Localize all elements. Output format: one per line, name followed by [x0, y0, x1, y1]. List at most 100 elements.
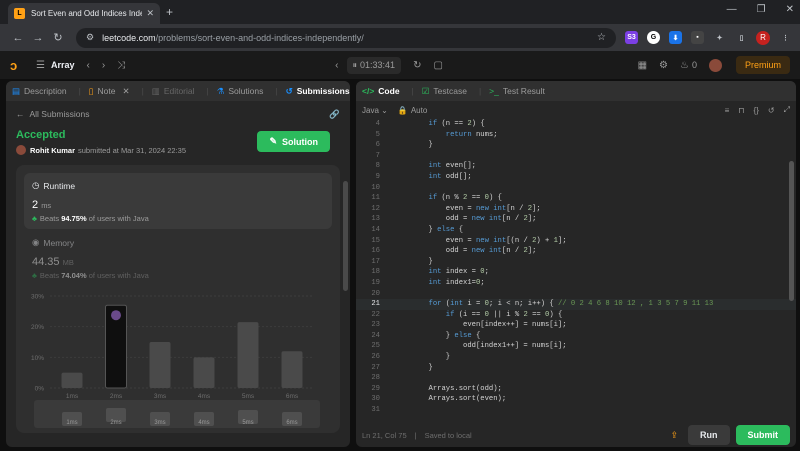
code-line[interactable]: 30 Arrays.sort(even); — [356, 394, 796, 405]
close-icon[interactable]: ✕ — [146, 8, 154, 19]
code-line[interactable]: 19 int index1= 0; — [356, 278, 796, 289]
format-icon[interactable]: ≡ — [725, 106, 730, 115]
all-submissions-link[interactable]: ← All Submissions 🔗 — [16, 107, 340, 121]
code-line[interactable]: 12 even = new int [n / 2]; — [356, 204, 796, 215]
url-bar[interactable]: ⚙ leetcode.com /problems/sort-even-and-o… — [76, 27, 616, 48]
code-line[interactable]: 11 if (n % 2 == 0) { — [356, 193, 796, 204]
code-line[interactable]: 14 } else { — [356, 225, 796, 236]
notes-icon[interactable]: ▢ — [433, 60, 442, 71]
prev-problem-icon[interactable]: ‹ — [86, 60, 89, 71]
code-line[interactable]: 23 even[index++] = nums[i]; — [356, 320, 796, 331]
timer[interactable]: ⏸ 01:33:41 — [346, 56, 402, 74]
language-select[interactable]: Java ⌄ — [362, 106, 388, 115]
runtime-box[interactable]: ◷ Runtime 2 ms ♣ Beats 94.75% of users wi… — [24, 173, 332, 229]
code-line[interactable]: 21 for (int i = 0; i < n; i++) { // 0 2 … — [356, 299, 796, 310]
code-token: } — [394, 363, 433, 372]
tab-label: Submissions — [296, 86, 350, 96]
braces-icon[interactable]: {} — [754, 106, 759, 115]
solution-button[interactable]: ✎ Solution — [257, 131, 330, 152]
reload-icon[interactable]: ↻ — [48, 31, 68, 44]
code-line[interactable]: 31 — [356, 405, 796, 416]
code-line[interactable]: 4 if (n == 2) { — [356, 119, 796, 130]
code-line[interactable]: 6 } — [356, 140, 796, 151]
upload-icon[interactable]: ⇪ — [670, 430, 678, 441]
code-editor[interactable]: 4 if (n == 2) {5 return nums; 6 } 7 8 int e… — [356, 119, 796, 423]
browser-tab[interactable]: L Sort Even and Odd Indices Inde ✕ — [8, 3, 160, 24]
menu-dots-icon[interactable]: ⋮ — [779, 31, 792, 44]
code-line[interactable]: 18 int index = 0; — [356, 267, 796, 278]
list-icon[interactable]: ☰ — [36, 60, 45, 71]
code-token: ) { — [549, 310, 563, 319]
tab-code[interactable]: </> Code — [362, 86, 400, 96]
submitter-name[interactable]: Rohit Kumar — [30, 146, 75, 155]
browser-tab-strip: L Sort Even and Odd Indices Inde ✕ + — ❐… — [0, 0, 800, 24]
code-line[interactable]: 22 if (i == 0 || i % 2 == 0) { — [356, 310, 796, 321]
next-problem-icon[interactable]: › — [102, 60, 105, 71]
settings-gear-icon[interactable]: ⚙ — [659, 60, 668, 71]
close-icon[interactable]: ✕ — [122, 86, 129, 97]
runtime-distribution-chart[interactable]: 30% 20% 10% 0% 1ms 2ms 3ms 4ms 5ms 6ms 1ms 2ms 3ms 4m… — [24, 288, 320, 430]
forward-icon[interactable]: → — [28, 32, 48, 44]
reset-timer-icon[interactable]: ↻ — [413, 60, 421, 71]
reset-code-icon[interactable]: ↺ — [768, 106, 775, 115]
code-token: int — [488, 247, 502, 256]
user-avatar[interactable] — [708, 58, 722, 72]
collapse-timer-icon[interactable]: ‹ — [335, 60, 338, 71]
extension-icon[interactable]: S3 — [625, 31, 638, 44]
tab-submissions[interactable]: ↺ Submissions — [286, 86, 350, 97]
new-tab-icon[interactable]: + — [166, 5, 173, 19]
code-line[interactable]: 29 Arrays.sort(odd); — [356, 384, 796, 395]
link-icon[interactable]: 🔗 — [329, 109, 340, 120]
fullscreen-icon[interactable]: ⤢ — [784, 105, 790, 115]
code-line[interactable]: 5 return nums; — [356, 130, 796, 141]
code-line[interactable]: 24 } else { — [356, 331, 796, 342]
code-line[interactable]: 10 — [356, 183, 796, 194]
run-button[interactable]: Run — [688, 425, 730, 445]
code-line[interactable]: 26 } — [356, 352, 796, 363]
extension-icon[interactable]: ⬇ — [669, 31, 682, 44]
tab-editorial[interactable]: ▥ Editorial — [152, 86, 195, 97]
code-line[interactable]: 8 int even[]; — [356, 161, 796, 172]
code-line[interactable]: 9 int odd[]; — [356, 172, 796, 183]
code-line[interactable]: 28 — [356, 373, 796, 384]
tab-description[interactable]: ▤ Description — [12, 86, 67, 97]
back-icon[interactable]: ← — [8, 32, 28, 44]
bookmark-star-icon[interactable]: ☆ — [597, 32, 606, 43]
shuffle-icon[interactable]: ⤨ — [117, 60, 125, 71]
tab-testcase[interactable]: ☑ Testcase — [422, 86, 467, 97]
pause-icon: ⏸ — [352, 59, 358, 70]
minimize-icon[interactable]: — — [727, 4, 737, 15]
tab-test-result[interactable]: >_ Test Result — [489, 86, 545, 96]
left-scrollbar[interactable] — [343, 181, 348, 291]
code-line[interactable]: 25 odd[index1++] = nums[i]; — [356, 341, 796, 352]
extension-icon[interactable]: ▪ — [691, 31, 704, 44]
streak-fire-icon[interactable]: ♨ — [680, 60, 689, 71]
code-line[interactable]: 16 odd = new int [n / 2]; — [356, 246, 796, 257]
window-close-icon[interactable]: ✕ — [786, 4, 794, 15]
maximize-icon[interactable]: ❐ — [757, 4, 766, 15]
site-info-icon[interactable]: ⚙ — [86, 32, 94, 43]
premium-button[interactable]: Premium — [735, 56, 790, 74]
leetcode-logo-icon[interactable]: ↄ — [10, 58, 26, 73]
problem-list-title[interactable]: Array — [51, 60, 75, 70]
extension-icon[interactable]: G — [647, 31, 660, 44]
code-line[interactable]: 27 } — [356, 363, 796, 374]
code-line[interactable]: 7 — [356, 151, 796, 162]
submit-button[interactable]: Submit — [735, 425, 790, 445]
autocomplete-mode[interactable]: Auto — [411, 106, 427, 115]
code-line[interactable]: 20 — [356, 289, 796, 300]
extensions-puzzle-icon[interactable]: ✦ — [713, 31, 726, 44]
tab-solutions[interactable]: ⚗ Solutions — [217, 86, 264, 97]
code-line[interactable]: 13 odd = new int [n / 2]; — [356, 214, 796, 225]
side-panel-icon[interactable]: ▯ — [735, 31, 748, 44]
profile-avatar[interactable]: R — [756, 30, 770, 45]
editor-scrollbar[interactable] — [789, 161, 794, 301]
memory-box[interactable]: ◉ Memory 44.35 MB ♣ Beats 74.04% of users… — [24, 229, 332, 288]
line-number: 11 — [371, 194, 380, 203]
code-line[interactable]: 15 even = new int [(n / 2) + 1]; — [356, 236, 796, 247]
tab-note[interactable]: ▯ Note ✕ — [89, 86, 130, 97]
bookmark-icon[interactable]: ⊓ — [738, 106, 744, 115]
code-line[interactable]: 17 } — [356, 257, 796, 268]
layout-icon[interactable]: ▦ — [638, 60, 647, 71]
code-token: ]; — [527, 215, 537, 224]
